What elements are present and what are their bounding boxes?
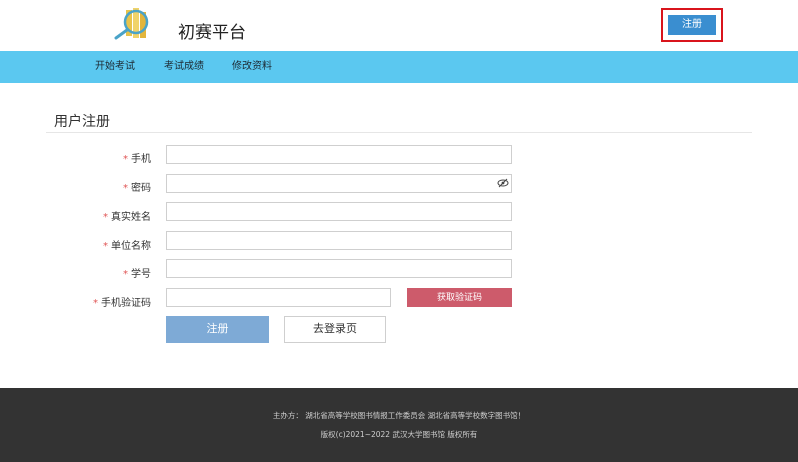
sms-code-field[interactable] — [166, 288, 391, 307]
site-title: 初赛平台 — [178, 23, 246, 43]
sms-code-label: * 手机验证码 — [93, 298, 151, 309]
password-label: * 密码 — [123, 183, 151, 194]
nav-bar: 开始考试 考试成绩 修改资料 — [0, 51, 798, 83]
register-button[interactable]: 注册 — [668, 15, 716, 35]
submit-register-button[interactable]: 注册 — [166, 316, 269, 343]
nav-item-start-exam[interactable]: 开始考试 — [95, 51, 135, 83]
logo-icon — [114, 8, 149, 40]
nav-item-edit-profile[interactable]: 修改资料 — [232, 51, 272, 83]
go-login-button[interactable]: 去登录页 — [284, 316, 386, 343]
real-name-field[interactable] — [166, 202, 512, 221]
real-name-label: * 真实姓名 — [103, 212, 151, 223]
organization-field[interactable] — [166, 231, 512, 250]
divider — [46, 132, 752, 133]
student-id-label: * 学号 — [123, 269, 151, 280]
header: 初赛平台 注册 — [0, 0, 798, 50]
phone-field[interactable] — [166, 145, 512, 164]
password-field[interactable] — [166, 174, 512, 193]
eye-icon[interactable] — [497, 178, 509, 188]
footer-copyright: 版权(c)2021~2022 武汉大学图书馆 版权所有 — [320, 430, 478, 439]
register-highlight: 注册 — [661, 8, 723, 42]
footer: 主办方： 湖北省高等学校图书情报工作委员会 湖北省高等学校数字图书馆！ 版权(c… — [0, 388, 798, 462]
nav-item-exam-results[interactable]: 考试成绩 — [164, 51, 204, 83]
get-code-button[interactable]: 获取验证码 — [407, 288, 512, 307]
phone-label: * 手机 — [123, 154, 151, 165]
student-id-field[interactable] — [166, 259, 512, 278]
footer-organizer: 主办方： 湖北省高等学校图书情报工作委员会 湖北省高等学校数字图书馆！ — [272, 411, 526, 420]
organization-label: * 单位名称 — [103, 241, 151, 252]
form-title: 用户注册 — [54, 114, 110, 130]
